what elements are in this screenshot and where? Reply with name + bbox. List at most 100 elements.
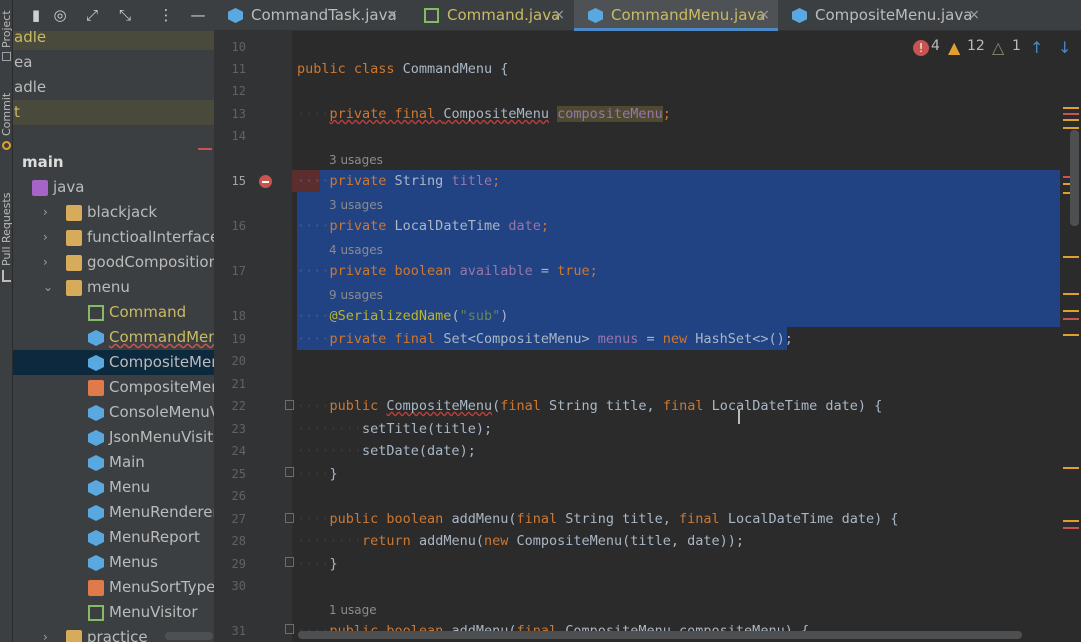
project-tool-button[interactable]: Project (0, 10, 13, 48)
fold-icon[interactable] (285, 400, 294, 410)
error-stripe-mark[interactable] (1063, 318, 1079, 320)
tree-item[interactable] (13, 125, 214, 150)
code-line-16: ····private LocalDateTime date; (297, 218, 549, 234)
error-stripe-mark[interactable] (1063, 127, 1079, 129)
tree-item-label: ConsoleMenuVisito (109, 403, 214, 421)
expand-arrow-icon[interactable]: › (43, 200, 48, 225)
fold-icon[interactable] (285, 513, 294, 523)
tree-item[interactable]: › blackjack (13, 200, 214, 225)
expand-all-icon[interactable]: ⤢ (81, 4, 103, 26)
tree-item[interactable]: JsonMenuVisitor (13, 425, 214, 450)
tree-item-label: CommandMenu (109, 328, 214, 346)
class-icon (792, 8, 807, 23)
folder-icon (66, 255, 82, 271)
tree-item[interactable]: Main (13, 450, 214, 475)
folder-icon (66, 205, 82, 221)
editor-hscrollbar[interactable] (298, 631, 1022, 639)
error-stripe-mark[interactable] (1063, 113, 1079, 115)
tree-item-label: Main (109, 453, 145, 471)
tree-item[interactable]: MenuVisitor (13, 600, 214, 625)
error-stripe-mark[interactable] (1063, 310, 1079, 312)
tree-item[interactable]: main (13, 150, 214, 175)
fold-icon[interactable] (285, 624, 294, 634)
tree-item[interactable]: Command (13, 300, 214, 325)
usages-hint[interactable]: 3 usages (329, 196, 383, 214)
tree-item-label: MenuReport (109, 528, 200, 546)
editor-tab[interactable]: CompositeMenu.java × (778, 0, 988, 31)
tree-item[interactable]: CompositeMenu (13, 350, 214, 375)
code-line-24: ········setDate(date); (297, 443, 476, 459)
tree-item[interactable]: › functioalInterface (13, 225, 214, 250)
collapse-arrow-icon[interactable]: ⌄ (43, 275, 53, 300)
breakpoint-icon[interactable] (259, 175, 272, 188)
warning-icon: ▲ (948, 38, 961, 57)
expand-arrow-icon[interactable]: › (43, 225, 48, 250)
select-opened-file-icon[interactable]: ▮ (25, 4, 47, 26)
tree-item[interactable]: java (13, 175, 214, 200)
tree-item[interactable]: ConsoleMenuVisito (13, 400, 214, 425)
tree-item[interactable]: ea (13, 50, 214, 75)
tree-item[interactable]: MenuSortType (13, 575, 214, 600)
line-number: 19 (231, 332, 246, 346)
close-tab-icon[interactable]: × (758, 0, 770, 30)
fold-icon[interactable] (285, 467, 294, 477)
project-toolbar: ▮ ◎ ⤢ ⤡ ⋮ — (13, 0, 214, 31)
tab-label: CommandMenu.java (611, 6, 766, 24)
class-icon (88, 480, 104, 496)
tree-item-label: Menus (109, 553, 158, 571)
error-stripe-mark[interactable] (1063, 467, 1079, 469)
expand-arrow-icon[interactable]: › (43, 250, 48, 275)
tree-item[interactable]: ⌄ menu (13, 275, 214, 300)
line-number: 24 (231, 444, 246, 458)
usages-hint[interactable]: 3 usages (329, 151, 383, 169)
tree-item[interactable]: › goodComposition (13, 250, 214, 275)
options-menu-icon[interactable]: ⋮ (155, 4, 177, 26)
tree-item[interactable]: adle (13, 75, 214, 100)
source-folder-icon (32, 180, 48, 196)
locate-target-icon[interactable]: ◎ (49, 4, 71, 26)
next-highlight-icon[interactable]: ↓ (1058, 38, 1071, 57)
previous-highlight-icon[interactable]: ↑ (1030, 38, 1043, 57)
error-stripe-mark[interactable] (1063, 256, 1079, 258)
hide-icon[interactable]: — (187, 4, 209, 26)
line-number: 13 (231, 107, 246, 121)
error-stripe-mark[interactable] (1063, 119, 1079, 121)
error-stripe-mark[interactable] (1063, 107, 1079, 109)
line-number: 21 (231, 377, 246, 391)
weak-warning-count: 1 (1012, 38, 1021, 54)
error-stripe-mark[interactable] (1063, 527, 1079, 529)
usages-hint[interactable]: 4 usages (329, 241, 383, 259)
class-icon (228, 8, 243, 23)
tree-item-label: main (22, 153, 64, 171)
sidebar-hscrollbar[interactable] (165, 632, 213, 640)
collapse-all-icon[interactable]: ⤡ (114, 4, 136, 26)
editor-scrollbar[interactable] (1070, 130, 1079, 226)
commit-tool-button[interactable]: Commit (0, 93, 13, 136)
tree-item[interactable]: t (13, 100, 214, 125)
class-icon (88, 405, 104, 421)
class-icon (88, 355, 104, 371)
tree-item[interactable]: Menus (13, 550, 214, 575)
tree-item[interactable]: MenuRenderer (13, 500, 214, 525)
line-number: 11 (231, 62, 246, 76)
tree-item[interactable]: MenuReport (13, 525, 214, 550)
tree-item[interactable]: Menu (13, 475, 214, 500)
close-tab-icon[interactable]: × (386, 0, 398, 30)
editor-tab[interactable]: Command.java × (410, 0, 573, 31)
error-stripe-mark[interactable] (1063, 293, 1079, 295)
tree-item[interactable]: CompositeMenuSo (13, 375, 214, 400)
pull-requests-tool-button[interactable]: Pull Requests (0, 193, 13, 266)
close-tab-icon[interactable]: × (553, 0, 565, 30)
class-icon (88, 330, 104, 346)
editor-tab[interactable]: CommandMenu.java × (574, 0, 778, 31)
editor-tab[interactable]: CommandTask.java × (214, 0, 406, 31)
expand-arrow-icon[interactable]: › (43, 625, 48, 642)
line-number: 18 (231, 309, 246, 323)
usages-hint[interactable]: 9 usages (329, 286, 383, 304)
fold-icon[interactable] (285, 557, 294, 567)
error-stripe-mark[interactable] (1063, 334, 1079, 336)
error-stripe-mark[interactable] (1063, 520, 1079, 522)
tree-item[interactable]: CommandMenu (13, 325, 214, 350)
close-tab-icon[interactable]: × (968, 0, 980, 30)
usages-hint[interactable]: 1 usage (329, 601, 377, 619)
